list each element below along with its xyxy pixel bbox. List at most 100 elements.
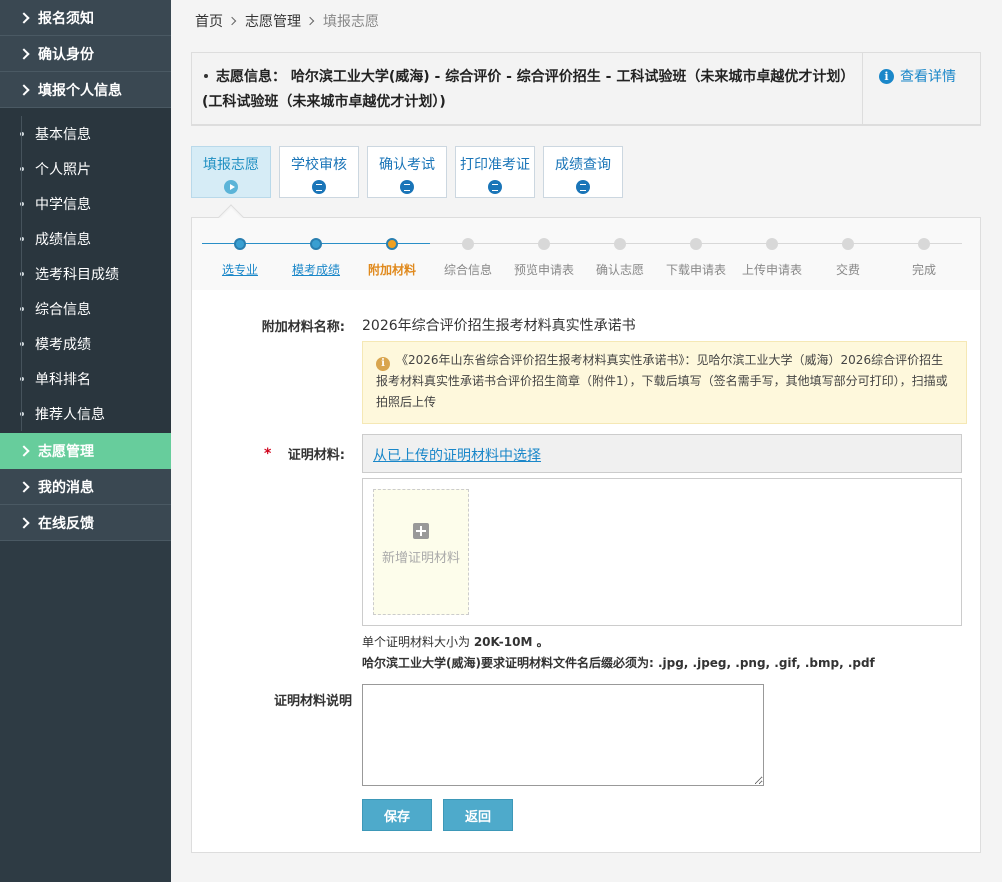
application-info-text: 志愿信息： 哈尔滨工业大学(威海) - 综合评价 - 综合评价招生 - 工科试验… (202, 65, 857, 115)
tab-fill-application[interactable]: 填报志愿 (191, 146, 271, 198)
progress-step-label: 确认志愿 (595, 263, 644, 277)
select-existing-link[interactable]: 从已上传的证明材料中选择 (373, 448, 541, 464)
format-hint: 哈尔滨工业大学(威海)要求证明材料文件名后缀必须为: .jpg, .jpeg, … (362, 656, 875, 670)
plus-icon (413, 523, 429, 539)
breadcrumb-home[interactable]: 首页 (195, 11, 223, 31)
application-info-label: 志愿信息： (216, 69, 286, 85)
chevron-right-icon (305, 16, 315, 26)
hourglass-icon (576, 180, 590, 194)
save-button[interactable]: 保存 (362, 799, 432, 831)
sidebar: 报名须知 确认身份 填报个人信息 基本信息 个人照片 中学信息 成绩信息 选考科… (0, 0, 171, 882)
progress-step-node (538, 238, 550, 250)
tab-score-query[interactable]: 成绩查询 (543, 146, 623, 198)
sidebar-subitem-label: 基本信息 (35, 126, 91, 143)
tab-label: 确认考试 (379, 157, 435, 173)
tab-school-review[interactable]: 学校审核 (279, 146, 359, 198)
sidebar-subitem-label: 推荐人信息 (35, 406, 105, 423)
progress-step-node (842, 238, 854, 250)
view-details-link[interactable]: i 查看详情 (879, 66, 956, 86)
tab-confirm-exam[interactable]: 确认考试 (367, 146, 447, 198)
add-proof-material-button[interactable]: 新增证明材料 (373, 489, 469, 615)
bullet-dot (20, 271, 24, 276)
tab-print-admission[interactable]: 打印准考证 (455, 146, 535, 198)
application-info-line2: (工科试验班（未来城市卓越优才计划）) (202, 94, 446, 110)
sidebar-subitem-scores[interactable]: 成绩信息 (0, 221, 171, 256)
sidebar-bottom-group: 我的消息 在线反馈 (0, 469, 171, 541)
tab-label: 填报志愿 (203, 157, 259, 173)
progress-step-node (386, 238, 398, 250)
tab-label: 学校审核 (291, 157, 347, 173)
sidebar-subitem-label: 模考成绩 (35, 336, 91, 353)
sidebar-subitem-mock-scores[interactable]: 模考成绩 (0, 326, 171, 361)
description-label: 证明材料说明 (273, 694, 352, 709)
progress-step-label: 附加材料 (367, 263, 416, 277)
progress-step-node (462, 238, 474, 250)
sidebar-subitem-ranking[interactable]: 单科排名 (0, 361, 171, 396)
sidebar-item-application-management[interactable]: 志愿管理 (0, 433, 171, 469)
hourglass-icon (400, 180, 414, 194)
progress-step-node (690, 238, 702, 250)
sidebar-subitem-label: 成绩信息 (35, 231, 91, 248)
progress-step-node (766, 238, 778, 250)
material-name-label: 附加材料名称: (261, 320, 345, 335)
back-button[interactable]: 返回 (443, 799, 513, 831)
sidebar-subitem-elective-scores[interactable]: 选考科目成绩 (0, 256, 171, 291)
chevron-right-icon (227, 16, 237, 26)
bullet-dot (20, 306, 24, 311)
play-icon (224, 180, 238, 194)
sidebar-subitem-label: 选考科目成绩 (35, 266, 119, 283)
sidebar-item-notice[interactable]: 报名须知 (0, 0, 171, 36)
material-name-value: 2026年综合评价招生报考材料真实性承诺书 (362, 318, 636, 334)
view-details-label: 查看详情 (900, 69, 956, 85)
sidebar-subitem-label: 中学信息 (35, 196, 91, 213)
info-icon: i (879, 68, 894, 84)
progress-step-label: 综合信息 (443, 263, 492, 277)
notice-box: i 《2026年山东省综合评价招生报考材料真实性承诺书》：见哈尔滨工业大学（威海）… (362, 341, 967, 424)
breadcrumb-section[interactable]: 志愿管理 (245, 11, 301, 31)
description-textarea[interactable] (362, 684, 764, 786)
sidebar-subitem-comprehensive[interactable]: 综合信息 (0, 291, 171, 326)
sidebar-subitem-school-info[interactable]: 中学信息 (0, 186, 171, 221)
bullet-dot (20, 166, 24, 171)
proof-material-label: 证明材料: (287, 448, 345, 463)
sidebar-item-messages[interactable]: 我的消息 (0, 469, 171, 505)
progress-step-label: 上传申请表 (741, 263, 802, 277)
progress-step-node (234, 238, 246, 250)
application-info-box: 志愿信息： 哈尔滨工业大学(威海) - 综合评价 - 综合评价招生 - 工科试验… (191, 52, 981, 126)
bullet-dot (204, 73, 208, 78)
progress-step-node (614, 238, 626, 250)
sidebar-subitem-label: 个人照片 (35, 161, 91, 178)
progress-step-node (918, 238, 930, 250)
size-hint-range: 20K-10M (473, 635, 533, 649)
hourglass-icon (312, 180, 326, 194)
sidebar-subitem-photo[interactable]: 个人照片 (0, 151, 171, 186)
progress-step-label: 交费 (835, 263, 860, 277)
progress-step-label[interactable]: 模考成绩 (276, 261, 356, 278)
chevron-right-icon (18, 11, 30, 24)
upload-area: 新增证明材料 (362, 478, 962, 626)
sidebar-submenu: 基本信息 个人照片 中学信息 成绩信息 选考科目成绩 综合信息 模考成绩 单科排… (0, 108, 171, 433)
step-tabs: 填报志愿 学校审核 确认考试 打印准考证 成绩查询 (191, 146, 631, 198)
sidebar-item-confirm-identity[interactable]: 确认身份 (0, 36, 171, 72)
hourglass-icon (488, 180, 502, 194)
bullet-dot (20, 411, 24, 416)
sidebar-item-personal-info[interactable]: 填报个人信息 (0, 72, 171, 108)
progress-step-label[interactable]: 选专业 (200, 261, 280, 278)
bullet-dot (20, 131, 24, 136)
chevron-right-icon (18, 83, 30, 96)
sidebar-subitem-label: 综合信息 (35, 301, 91, 318)
sidebar-subitem-basic-info[interactable]: 基本信息 (0, 116, 171, 151)
progress-step-label: 下载申请表 (665, 263, 726, 277)
notice-text: 《2026年山东省综合评价招生报考材料真实性承诺书》：见哈尔滨工业大学（威海）2… (376, 353, 948, 409)
progress-step-label: 预览申请表 (513, 263, 574, 277)
chevron-right-icon (18, 47, 30, 60)
breadcrumb: 首页 志愿管理 填报志愿 (195, 12, 379, 30)
chevron-right-icon (18, 445, 30, 457)
select-existing-bar: 从已上传的证明材料中选择 (362, 434, 962, 473)
divider (862, 53, 863, 124)
sidebar-item-feedback[interactable]: 在线反馈 (0, 505, 171, 541)
size-hint-prefix: 单个证明材料大小为 (362, 635, 474, 649)
application-info-line1: 哈尔滨工业大学(威海) - 综合评价 - 综合评价招生 - 工科试验班（未来城市… (290, 69, 855, 85)
bullet-dot (20, 376, 24, 381)
sidebar-subitem-referee[interactable]: 推荐人信息 (0, 396, 171, 431)
